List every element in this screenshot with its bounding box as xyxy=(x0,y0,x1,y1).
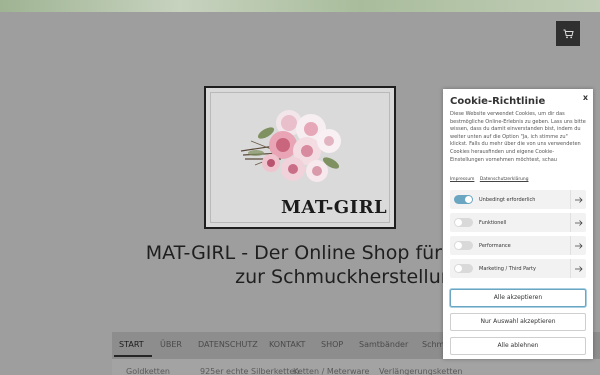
cart-icon xyxy=(563,29,574,38)
toggle-functional[interactable] xyxy=(454,218,473,227)
impressum-link[interactable]: Impressum xyxy=(450,177,474,182)
cookie-option-necessary[interactable]: Unbedingt erforderlich xyxy=(450,190,586,209)
accept-selection-button[interactable]: Nur Auswahl akzeptieren xyxy=(450,313,586,331)
cookie-option-label: Performance xyxy=(479,242,511,249)
nav-item-samtbaender[interactable]: Samtbänder xyxy=(359,340,408,349)
cookie-dialog-title: Cookie-Richtlinie xyxy=(450,96,546,107)
cookie-option-performance[interactable]: Performance xyxy=(450,236,586,255)
nav-item-start[interactable]: START xyxy=(119,340,144,349)
nav-item-kontakt[interactable]: KONTAKT xyxy=(269,340,305,349)
sub-navigation: Goldketten 925er echte Silberketten Kett… xyxy=(112,359,600,375)
subnav-item-verlaengerungsketten[interactable]: Verlängerungsketten xyxy=(379,367,462,375)
accept-all-button[interactable]: Alle akzeptieren xyxy=(450,289,586,307)
subnav-item-goldketten[interactable]: Goldketten xyxy=(126,367,170,375)
cookie-option-label: Unbedingt erforderlich xyxy=(479,196,536,203)
cookie-dialog: x Cookie-Richtlinie Diese Website verwen… xyxy=(443,89,593,359)
toggle-marketing[interactable] xyxy=(454,264,473,273)
nav-item-shop[interactable]: SHOP xyxy=(321,340,343,349)
toggle-necessary[interactable] xyxy=(454,195,473,204)
nav-item-datenschutz[interactable]: DATENSCHUTZ xyxy=(198,340,258,349)
subnav-item-meterware[interactable]: Ketten / Meterware xyxy=(293,367,369,375)
arrow-right-icon[interactable] xyxy=(570,190,586,209)
reject-all-button[interactable]: Alle ablehnen xyxy=(450,337,586,355)
logo-frame[interactable]: MAT-GIRL xyxy=(204,86,396,229)
arrow-right-icon[interactable] xyxy=(570,236,586,255)
toggle-performance[interactable] xyxy=(454,241,473,250)
arrow-right-icon[interactable] xyxy=(570,259,586,278)
cart-button[interactable] xyxy=(556,21,580,46)
cookie-option-functional[interactable]: Funktionell xyxy=(450,213,586,232)
cookie-option-label: Funktionell xyxy=(479,219,507,226)
cookie-option-label: Marketing / Third Party xyxy=(479,265,536,272)
datenschutz-link[interactable]: Datenschutzerklärung xyxy=(480,177,529,182)
close-icon[interactable]: x xyxy=(583,93,588,102)
nav-item-ueber[interactable]: ÜBER xyxy=(160,340,182,349)
arrow-right-icon[interactable] xyxy=(570,213,586,232)
nav-active-indicator xyxy=(114,355,152,357)
cookie-dialog-text: Diese Website verwendet Cookies, um dir … xyxy=(450,111,586,163)
logo-image: MAT-GIRL xyxy=(210,92,390,223)
subnav-item-silberketten[interactable]: 925er echte Silberketten xyxy=(200,367,299,375)
cookie-links: Impressum Datenschutzerklärung xyxy=(450,177,533,182)
logo-text: MAT-GIRL xyxy=(281,197,388,218)
header-banner-strip xyxy=(0,0,600,12)
cookie-option-marketing[interactable]: Marketing / Third Party xyxy=(450,259,586,278)
